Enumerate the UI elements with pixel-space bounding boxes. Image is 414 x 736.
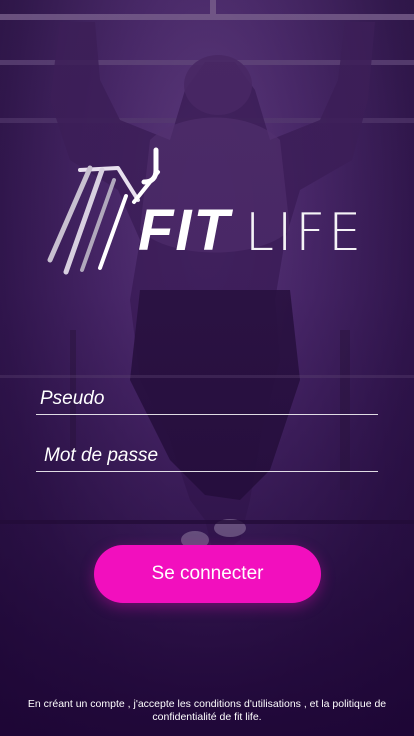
brand-fit: FIT	[138, 198, 231, 263]
brand-life: LIFE	[244, 203, 365, 263]
login-screen: FITLIFE Se connecter En créant un compte…	[0, 0, 414, 736]
purple-overlay	[0, 0, 414, 736]
terms-text: En créant un compte , j'accepte les cond…	[27, 698, 387, 723]
pseudo-input[interactable]	[36, 384, 378, 414]
login-button[interactable]: Se connecter	[94, 545, 321, 603]
pseudo-field	[36, 384, 378, 415]
password-input[interactable]	[36, 441, 378, 471]
brand-logo: FIT LIFE	[138, 196, 364, 266]
password-field	[36, 441, 378, 472]
